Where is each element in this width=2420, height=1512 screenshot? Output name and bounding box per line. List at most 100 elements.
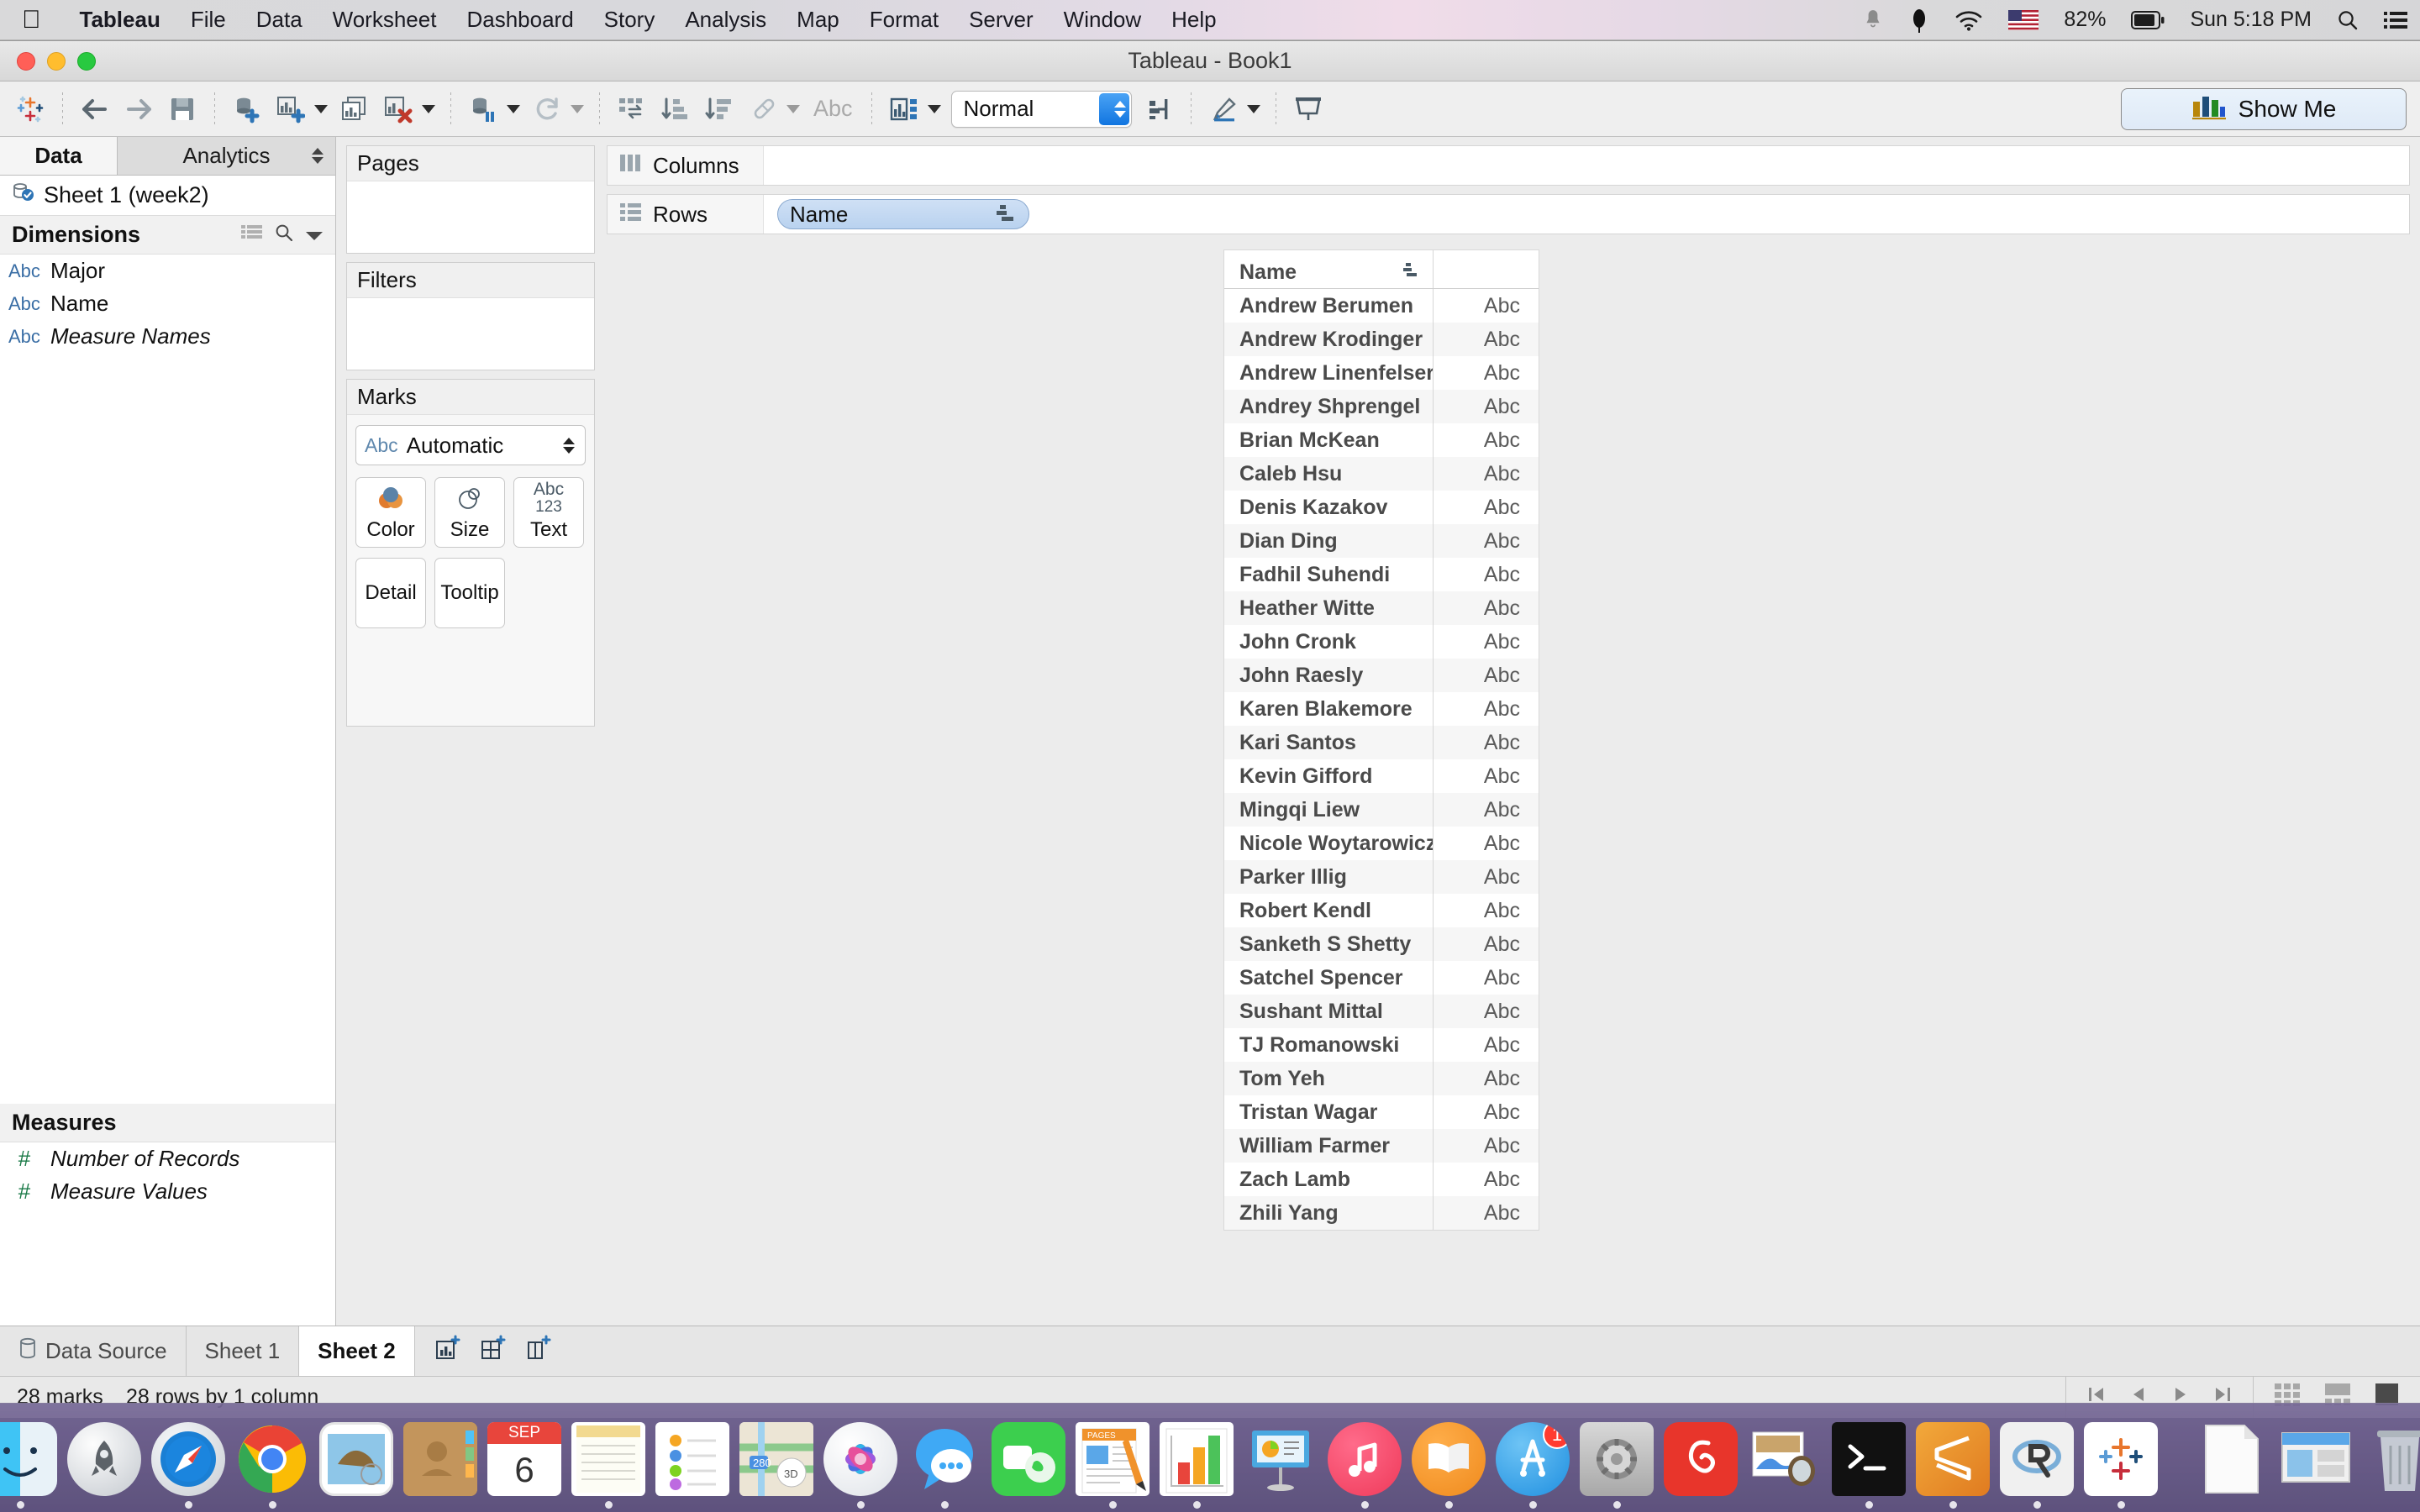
chevron-down-icon[interactable]: [1246, 104, 1260, 113]
table-row[interactable]: William Farmer Abc: [1224, 1129, 1539, 1163]
sheet-tab-sheet-1[interactable]: Sheet 1: [187, 1326, 300, 1376]
new-dashboard-icon[interactable]: [479, 1335, 508, 1368]
table-row[interactable]: Sushant Mittal Abc: [1224, 995, 1539, 1028]
marks-tooltip-button[interactable]: Tooltip: [434, 558, 505, 628]
table-row[interactable]: Nicole Woytarowicz Abc: [1224, 827, 1539, 860]
new-story-icon[interactable]: [524, 1335, 553, 1368]
back-icon[interactable]: [73, 87, 117, 131]
spotlight-search-icon[interactable]: [2324, 9, 2371, 31]
wifi-icon[interactable]: [1942, 9, 1996, 31]
table-row[interactable]: Brian McKean Abc: [1224, 423, 1539, 457]
marks-color-button[interactable]: Color: [355, 477, 426, 548]
updown-chevron-icon[interactable]: [312, 148, 324, 164]
pill-name[interactable]: Name: [777, 199, 1029, 229]
table-row[interactable]: Satchel Spencer Abc: [1224, 961, 1539, 995]
data-source-item[interactable]: Sheet 1 (week2): [0, 176, 335, 216]
table-row[interactable]: John Cronk Abc: [1224, 625, 1539, 659]
chevron-down-icon[interactable]: [507, 104, 520, 113]
new-data-source-icon[interactable]: [225, 87, 269, 131]
menu-item-window[interactable]: Window: [1049, 7, 1156, 33]
dock-item-app-store[interactable]: 1: [1496, 1422, 1570, 1509]
table-row[interactable]: Andrew Linenfelser Abc: [1224, 356, 1539, 390]
dock-item-itunes[interactable]: [1328, 1422, 1402, 1509]
duplicate-sheet-icon[interactable]: [333, 87, 376, 131]
grid-view-icon[interactable]: [241, 222, 263, 248]
table-row[interactable]: Sanketh S Shetty Abc: [1224, 927, 1539, 961]
table-row[interactable]: Heather Witte Abc: [1224, 591, 1539, 625]
table-row[interactable]: Caleb Hsu Abc: [1224, 457, 1539, 491]
chevron-down-icon[interactable]: [305, 222, 324, 248]
dock-item-system-preferences[interactable]: [1580, 1422, 1654, 1509]
format-icon[interactable]: [1202, 87, 1245, 131]
menu-bar-clock[interactable]: Sun 5:18 PM: [2177, 8, 2324, 32]
dock-item-netease-music[interactable]: [1664, 1422, 1738, 1509]
mark-type-select[interactable]: Abc Automatic: [355, 425, 586, 465]
chevron-down-icon[interactable]: [571, 104, 584, 113]
fit-dropdown-icon[interactable]: [882, 87, 926, 131]
marks-detail-button[interactable]: Detail: [355, 558, 426, 628]
swap-rows-columns-icon[interactable]: [610, 87, 654, 131]
dock-item-photos[interactable]: [823, 1422, 897, 1509]
fit-stepper[interactable]: [1098, 92, 1129, 125]
new-worksheet-icon[interactable]: [269, 87, 313, 131]
dock-item-launchpad[interactable]: [67, 1422, 141, 1509]
pause-updates-icon[interactable]: [461, 87, 505, 131]
chevron-down-icon[interactable]: [422, 104, 435, 113]
labels-icon[interactable]: Abc: [805, 96, 861, 122]
dimension-field-major[interactable]: Abc Major: [0, 255, 335, 287]
table-row[interactable]: Andrew Berumen Abc: [1224, 289, 1539, 323]
table-row[interactable]: Zhili Yang Abc: [1224, 1196, 1539, 1230]
updown-chevron-icon[interactable]: [563, 437, 575, 454]
dock-item-keynote[interactable]: [1244, 1422, 1318, 1509]
dock-item-reminders[interactable]: [655, 1422, 729, 1509]
show-me-button[interactable]: Show Me: [2121, 88, 2407, 130]
menu-item-dashboard[interactable]: Dashboard: [451, 7, 588, 33]
dock-item-contacts[interactable]: [403, 1422, 477, 1509]
dock-item-chrome[interactable]: [235, 1422, 309, 1509]
refresh-icon[interactable]: [525, 87, 569, 131]
columns-shelf[interactable]: Columns: [607, 145, 2410, 186]
table-row[interactable]: Mingqi Liew Abc: [1224, 793, 1539, 827]
table-row[interactable]: Denis Kazakov Abc: [1224, 491, 1539, 524]
table-row[interactable]: Tom Yeh Abc: [1224, 1062, 1539, 1095]
table-row[interactable]: Tristan Wagar Abc: [1224, 1095, 1539, 1129]
table-row[interactable]: Karen Blakemore Abc: [1224, 692, 1539, 726]
menu-item-format[interactable]: Format: [855, 7, 954, 33]
search-icon[interactable]: [275, 222, 293, 248]
forward-icon[interactable]: [117, 87, 160, 131]
dock-item-notes[interactable]: [571, 1422, 645, 1509]
tab-analytics[interactable]: Analytics: [118, 137, 335, 175]
table-row[interactable]: TJ Romanowski Abc: [1224, 1028, 1539, 1062]
table-row[interactable]: John Raesly Abc: [1224, 659, 1539, 692]
us-flag-icon[interactable]: [1996, 9, 2051, 30]
fit-select[interactable]: Normal: [950, 90, 1132, 128]
menu-item-story[interactable]: Story: [589, 7, 671, 33]
apple-logo-icon[interactable]: : [22, 7, 41, 33]
clear-sheet-icon[interactable]: [376, 87, 420, 131]
highlight-icon[interactable]: [741, 87, 785, 131]
pages-drop-zone[interactable]: [347, 181, 594, 253]
dock-item-finder[interactable]: [0, 1422, 57, 1509]
dock-item-trash[interactable]: [2363, 1422, 2420, 1509]
chevron-down-icon[interactable]: [786, 104, 800, 113]
rows-shelf[interactable]: Rows Name: [607, 194, 2410, 234]
notification-center-icon[interactable]: [2371, 11, 2420, 29]
menu-item-worksheet[interactable]: Worksheet: [318, 7, 452, 33]
sort-ascending-icon[interactable]: [654, 87, 697, 131]
rows-drop-zone[interactable]: Name: [764, 199, 2409, 229]
dock-item-pages[interactable]: PAGES: [1076, 1422, 1150, 1509]
chevron-down-icon[interactable]: [314, 104, 328, 113]
sort-descending-icon[interactable]: [697, 87, 741, 131]
dock-item-maps[interactable]: 280 3D: [739, 1422, 813, 1509]
dropbox-icon[interactable]: [1897, 8, 1942, 33]
table-row[interactable]: Fadhil Suhendi Abc: [1224, 558, 1539, 591]
table-row[interactable]: Dian Ding Abc: [1224, 524, 1539, 558]
dock-item-ibooks[interactable]: [1412, 1422, 1486, 1509]
table-row[interactable]: Kevin Gifford Abc: [1224, 759, 1539, 793]
dimension-field-measure-names[interactable]: Abc Measure Names: [0, 320, 335, 353]
table-row[interactable]: Andrew Krodinger Abc: [1224, 323, 1539, 356]
dock-item-tableau[interactable]: [2084, 1422, 2158, 1509]
dock-item-calendar[interactable]: SEP 6: [487, 1422, 561, 1509]
menu-item-map[interactable]: Map: [781, 7, 855, 33]
measure-field-measure-values[interactable]: # Measure Values: [0, 1175, 335, 1208]
